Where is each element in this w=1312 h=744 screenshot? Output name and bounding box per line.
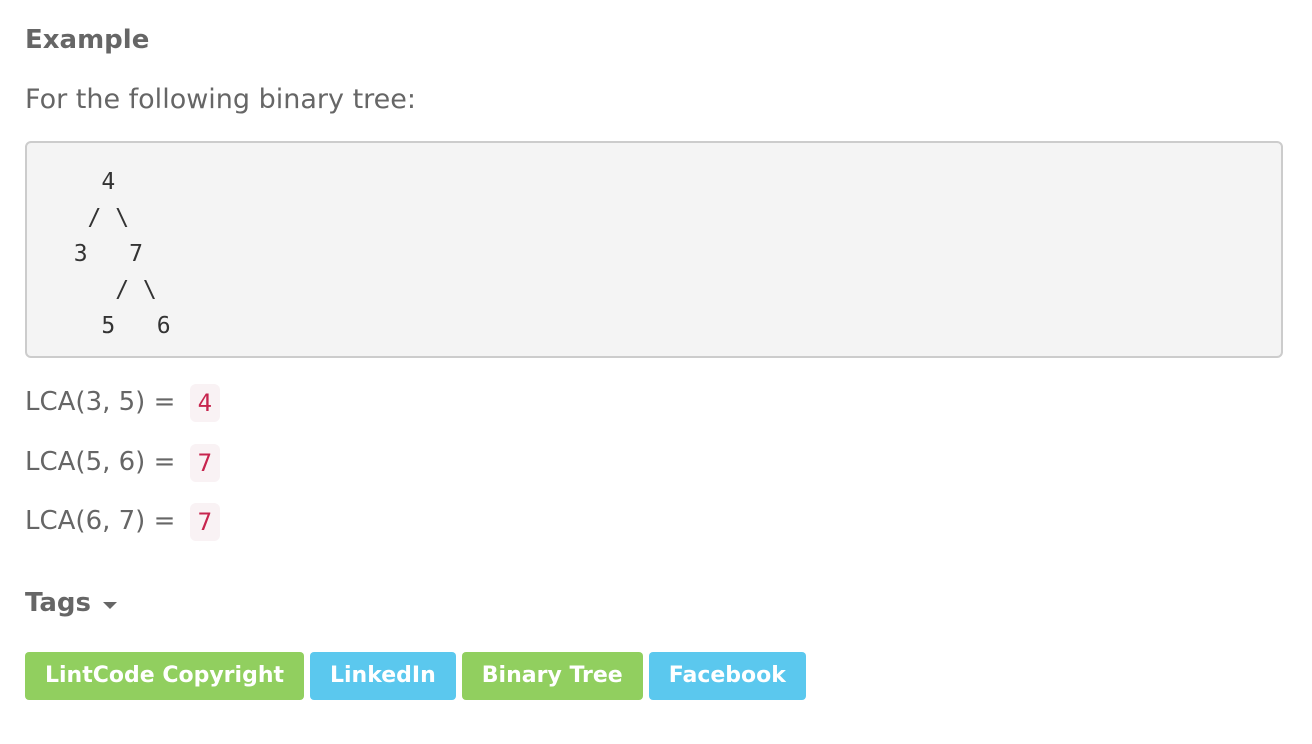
- lca-example-2: LCA(5, 6) = 7: [25, 441, 221, 483]
- tag-linkedin[interactable]: LinkedIn: [310, 652, 456, 700]
- lca-example-1: LCA(3, 5) = 4: [25, 381, 221, 423]
- tag-list: LintCode Copyright LinkedIn Binary Tree …: [25, 652, 806, 700]
- tag-facebook[interactable]: Facebook: [648, 652, 806, 700]
- example-intro-text: For the following binary tree:: [25, 84, 416, 115]
- lca-result: 7: [189, 502, 221, 541]
- lca-result: 7: [189, 443, 221, 482]
- tags-heading: Tags: [25, 588, 92, 618]
- lca-example-3: LCA(6, 7) = 7: [25, 500, 221, 542]
- example-heading: Example: [25, 25, 150, 55]
- lca-result: 4: [189, 383, 221, 422]
- tag-lintcode-copyright[interactable]: LintCode Copyright: [25, 652, 304, 700]
- lca-expression: LCA(6, 7) =: [25, 506, 176, 536]
- binary-tree-code-block: 4 / \ 3 7 / \ 5 6: [25, 141, 1283, 358]
- tags-toggle[interactable]: Tags: [25, 584, 118, 622]
- caret-down-icon: [103, 601, 118, 609]
- lca-expression: LCA(5, 6) =: [25, 447, 176, 477]
- lca-expression: LCA(3, 5) =: [25, 387, 176, 417]
- tag-binary-tree[interactable]: Binary Tree: [461, 652, 643, 700]
